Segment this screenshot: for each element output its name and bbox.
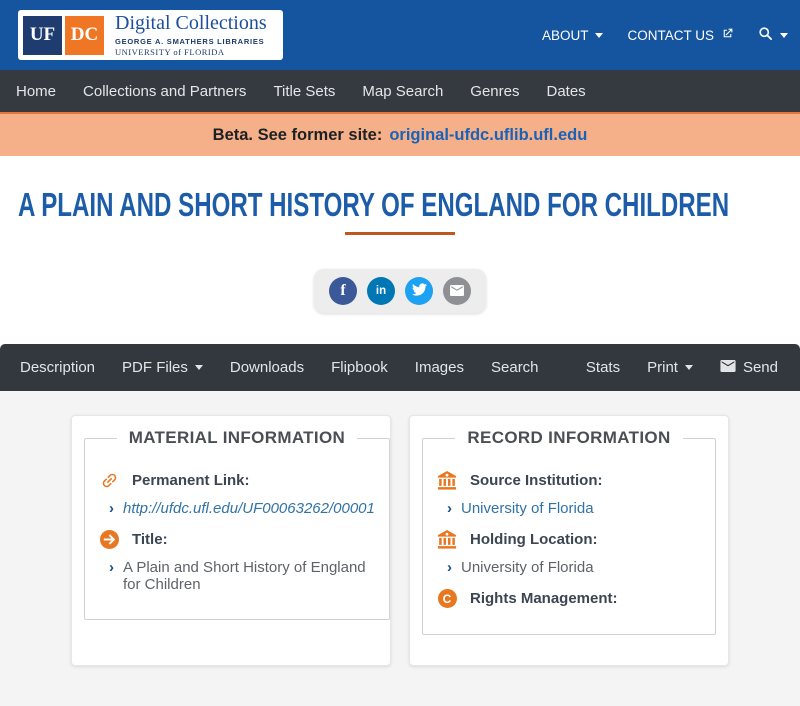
- search-icon: [758, 26, 773, 44]
- contact-us-link[interactable]: CONTACT US: [627, 27, 734, 43]
- toolbar-images[interactable]: Images: [415, 359, 464, 376]
- record-information-fieldset: RECORD INFORMATION Source Institution: ›…: [422, 428, 716, 635]
- toolbar-print-label: Print: [647, 359, 678, 376]
- title-underline: [345, 232, 455, 235]
- caret-down-icon: [684, 365, 693, 370]
- ufdc-logo[interactable]: UF DC Digital Collections GEORGE A. SMAT…: [18, 10, 283, 60]
- arrow-circle-icon: [99, 530, 119, 549]
- toolbar-flipbook[interactable]: Flipbook: [331, 359, 388, 376]
- toolbar-downloads[interactable]: Downloads: [230, 359, 304, 376]
- social-box: f in: [314, 269, 486, 313]
- toolbar-print[interactable]: Print: [647, 359, 693, 376]
- material-information-title: MATERIAL INFORMATION: [128, 428, 346, 447]
- dc-logo-square: DC: [65, 15, 104, 55]
- nav-item-title-sets[interactable]: Title Sets: [273, 83, 335, 100]
- field-label-rights-management: Rights Management:: [470, 590, 618, 607]
- field-rights-management: C Rights Management:: [437, 589, 701, 608]
- nav-item-genres[interactable]: Genres: [470, 83, 519, 100]
- record-information-panel: RECORD INFORMATION Source Institution: ›…: [409, 415, 729, 666]
- external-link-icon: [721, 27, 734, 43]
- page-title: A PLAIN AND SHORT HISTORY OF ENGLAND FOR…: [18, 186, 730, 223]
- field-permanent-link: Permanent Link:: [99, 471, 375, 490]
- about-menu[interactable]: ABOUT: [542, 28, 604, 43]
- field-label-title: Title:: [132, 531, 168, 548]
- toolbar-right-group: Stats Print Send: [586, 359, 778, 376]
- toolbar-left-group: Description PDF Files Downloads Flipbook…: [20, 359, 539, 376]
- nav-item-dates[interactable]: Dates: [546, 83, 585, 100]
- caret-down-icon: [595, 32, 604, 38]
- record-information-title: RECORD INFORMATION: [467, 428, 671, 447]
- chevron-right-icon: ›: [109, 559, 114, 576]
- linkedin-share-button[interactable]: in: [367, 277, 395, 305]
- material-information-fieldset: MATERIAL INFORMATION Permanent Link: › h…: [84, 428, 390, 620]
- logo-text: Digital Collections GEORGE A. SMATHERS L…: [115, 12, 267, 58]
- field-title: Title:: [99, 530, 375, 549]
- about-menu-label: ABOUT: [541, 27, 589, 43]
- caret-down-icon: [780, 32, 788, 38]
- chevron-right-icon: ›: [109, 500, 114, 517]
- chevron-right-icon: ›: [447, 500, 452, 517]
- field-holding-location: Holding Location:: [437, 530, 701, 549]
- uf-logo-square: UF: [23, 15, 62, 55]
- twitter-share-button[interactable]: [405, 277, 433, 305]
- linkedin-icon: in: [375, 285, 387, 297]
- field-source-institution: Source Institution:: [437, 471, 701, 490]
- twitter-icon: [411, 283, 427, 299]
- facebook-share-button[interactable]: f: [329, 277, 357, 305]
- nav-item-home[interactable]: Home: [16, 83, 56, 100]
- beta-message: Beta. See former site:: [212, 125, 383, 144]
- logo-libraries: GEORGE A. SMATHERS LIBRARIES: [115, 37, 265, 46]
- nav-item-collections-and-partners[interactable]: Collections and Partners: [83, 83, 246, 100]
- toolbar-pdf-files-label: PDF Files: [122, 359, 188, 376]
- former-site-link[interactable]: original-ufdc.uflib.ufl.edu: [389, 126, 587, 145]
- university-icon: [437, 471, 457, 490]
- toolbar-send-label: Send: [742, 359, 778, 376]
- logo-university: UNIVERSITY of FLORIDA: [115, 47, 225, 57]
- field-value-holding-location-row: › University of Florida: [447, 559, 701, 576]
- material-information-panel: MATERIAL INFORMATION Permanent Link: › h…: [71, 415, 391, 666]
- copyright-icon: C: [437, 589, 457, 608]
- email-share-button[interactable]: [443, 277, 471, 305]
- chevron-right-icon: ›: [447, 559, 452, 576]
- toolbar-send[interactable]: Send: [720, 359, 778, 376]
- toolbar-description[interactable]: Description: [20, 359, 95, 376]
- caret-down-icon: [194, 365, 203, 370]
- field-label-source-institution: Source Institution:: [470, 472, 603, 489]
- header-menu: ABOUT CONTACT US: [542, 26, 788, 44]
- toolbar-pdf-files[interactable]: PDF Files: [122, 359, 203, 376]
- facebook-icon: f: [340, 282, 346, 299]
- source-institution-value[interactable]: University of Florida: [461, 500, 594, 517]
- item-toolbar: Description PDF Files Downloads Flipbook…: [0, 344, 800, 391]
- logo-title: Digital Collections: [115, 12, 267, 34]
- main-nav: Home Collections and Partners Title Sets…: [0, 70, 800, 112]
- field-label-holding-location: Holding Location:: [470, 531, 598, 548]
- content-area: MATERIAL INFORMATION Permanent Link: › h…: [0, 391, 800, 706]
- link-icon: [99, 471, 119, 490]
- permanent-link-value[interactable]: http://ufdc.ufl.edu/UF00063262/00001: [123, 500, 375, 517]
- field-label-permanent-link: Permanent Link:: [132, 472, 250, 489]
- toolbar-stats[interactable]: Stats: [586, 359, 620, 376]
- university-icon: [437, 530, 457, 549]
- social-bar: f in: [0, 269, 800, 313]
- envelope-icon: [720, 359, 736, 376]
- search-menu[interactable]: [758, 26, 788, 44]
- field-value-permanent-link-row: › http://ufdc.ufl.edu/UF00063262/00001: [109, 500, 375, 517]
- email-icon: [450, 284, 464, 299]
- contact-us-label: CONTACT US: [627, 27, 714, 43]
- field-value-source-institution-row: › University of Florida: [447, 500, 701, 517]
- title-section: A PLAIN AND SHORT HISTORY OF ENGLAND FOR…: [0, 156, 800, 391]
- logo-squares: UF DC: [23, 15, 104, 55]
- holding-location-value: University of Florida: [461, 559, 594, 576]
- toolbar-search[interactable]: Search: [491, 359, 539, 376]
- beta-banner: Beta. See former site: original-ufdc.ufl…: [0, 112, 800, 156]
- nav-item-map-search[interactable]: Map Search: [362, 83, 443, 100]
- site-header: UF DC Digital Collections GEORGE A. SMAT…: [0, 0, 800, 70]
